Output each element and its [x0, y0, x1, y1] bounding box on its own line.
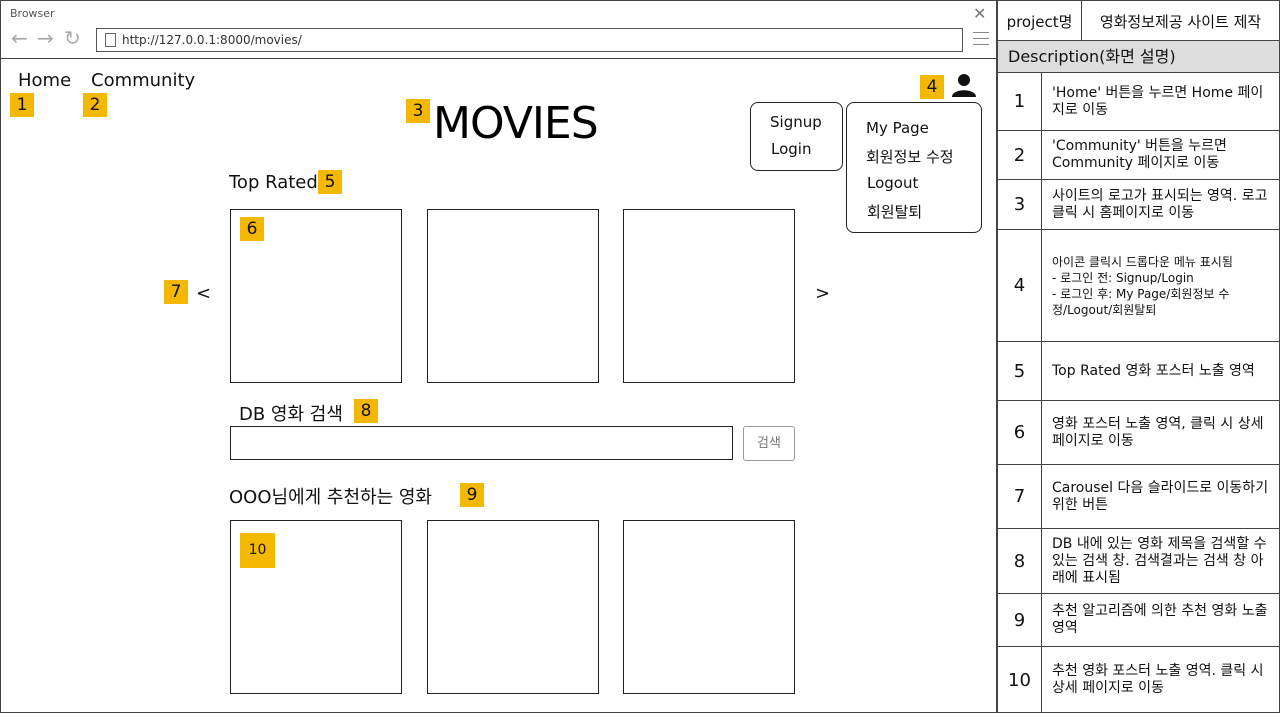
- project-header: project명 영화정보제공 사이트 제작: [998, 1, 1279, 41]
- top-rated-title: Top Rated: [229, 172, 318, 193]
- row-number: 4: [998, 230, 1042, 341]
- description-row: 1 'Home' 버튼을 누르면 Home 페이지로 이동: [998, 73, 1279, 131]
- arrow-right-icon[interactable]: →: [37, 28, 54, 48]
- row-description: 영화 포스터 노출 영역, 클릭 시 상세 페이지로 이동: [1052, 415, 1264, 449]
- row-description: Carousel 다음 슬라이드로 이동하기 위한 버튼: [1052, 479, 1269, 513]
- search-button[interactable]: 검색: [743, 426, 795, 461]
- hamburger-menu-icon[interactable]: [973, 32, 989, 50]
- close-icon[interactable]: ✕: [973, 4, 986, 23]
- annotation-tag-1: 1: [10, 93, 34, 117]
- description-row: 7 Carousel 다음 슬라이드로 이동하기 위한 버튼: [998, 465, 1279, 529]
- project-label: project명: [998, 1, 1082, 41]
- top-rated-poster[interactable]: [427, 209, 599, 383]
- signup-menu-item[interactable]: Signup: [770, 113, 822, 131]
- row-description: 사이트의 로고가 표시되는 영역. 로고 클릭 시 홈페이지로 이동: [1052, 187, 1268, 221]
- annotation-tag-3: 3: [406, 99, 430, 123]
- row-number: 6: [998, 401, 1042, 464]
- site-logo[interactable]: MOVIES: [433, 98, 599, 149]
- row-number: 2: [998, 131, 1042, 179]
- recommend-poster[interactable]: [623, 520, 795, 694]
- row-description: 추천 영화 포스터 노출 영역. 클릭 시 상세 페이지로 이동: [1052, 663, 1264, 696]
- address-url: http://127.0.0.1:8000/movies/: [122, 33, 302, 47]
- row-description: 'Home' 버튼을 누르면 Home 페이지로 이동: [1052, 84, 1264, 118]
- annotation-tag-5: 5: [318, 170, 342, 194]
- description-panel: project명 영화정보제공 사이트 제작 Description(화면 설명…: [997, 0, 1280, 713]
- page-icon: [105, 33, 116, 47]
- db-search-title: DB 영화 검색: [239, 404, 343, 425]
- recommend-poster[interactable]: [427, 520, 599, 694]
- description-row: 8 DB 내에 있는 영화 제목을 검색할 수 있는 검색 창. 검색결과는 검…: [998, 529, 1279, 594]
- logout-menu-item[interactable]: Logout: [867, 174, 918, 192]
- description-row: 9 추천 알고리즘에 의한 추천 영화 노출 영역: [998, 594, 1279, 647]
- browser-title: Browser: [10, 7, 55, 20]
- description-row: 6 영화 포스터 노출 영역, 클릭 시 상세 페이지로 이동: [998, 401, 1279, 465]
- row-description: 아이콘 클릭시 드롭다운 메뉴 표시됨 - 로그인 전: Signup/Logi…: [1052, 254, 1233, 317]
- row-description: 'Community' 버튼을 누르면 Community 페이지로 이동: [1052, 138, 1227, 171]
- top-rated-poster[interactable]: 6: [230, 209, 402, 383]
- annotation-tag-4: 4: [920, 75, 944, 99]
- row-description: Top Rated 영화 포스터 노출 영역: [1052, 362, 1255, 379]
- home-link[interactable]: Home: [18, 70, 71, 91]
- annotation-tag-9: 9: [460, 483, 484, 507]
- row-description: 추천 알고리즘에 의한 추천 영화 노출 영역: [1052, 603, 1268, 636]
- my-page-menu-item[interactable]: My Page: [866, 119, 929, 137]
- row-description: DB 내에 있는 영화 제목을 검색할 수 있는 검색 창. 검색결과는 검색 …: [1052, 535, 1267, 586]
- row-number: 5: [998, 342, 1042, 400]
- login-menu-item[interactable]: Login: [771, 140, 811, 158]
- annotation-tag-2: 2: [83, 93, 107, 117]
- toolbar-divider: [1, 58, 996, 59]
- carousel-next-button[interactable]: >: [815, 283, 830, 304]
- dropdown-logged-in: My Page 회원정보 수정 Logout 회원탈퇴: [846, 102, 982, 233]
- reload-icon[interactable]: ↻: [64, 28, 81, 48]
- address-bar[interactable]: http://127.0.0.1:8000/movies/: [96, 28, 963, 52]
- arrow-left-icon[interactable]: ←: [11, 28, 28, 48]
- edit-profile-menu-item[interactable]: 회원정보 수정: [866, 146, 954, 167]
- description-row: 2 'Community' 버튼을 누르면 Community 페이지로 이동: [998, 131, 1279, 180]
- annotation-tag-7: 7: [164, 280, 188, 304]
- description-row: 3 사이트의 로고가 표시되는 영역. 로고 클릭 시 홈페이지로 이동: [998, 180, 1279, 230]
- community-link[interactable]: Community: [91, 70, 195, 91]
- carousel-prev-button[interactable]: <: [196, 283, 211, 304]
- recommend-title: OOO님에게 추천하는 영화: [229, 487, 432, 508]
- row-number: 3: [998, 180, 1042, 229]
- dropdown-logged-out: Signup Login: [750, 102, 843, 171]
- description-header: Description(화면 설명): [998, 41, 1279, 73]
- search-input[interactable]: [230, 426, 733, 460]
- description-row: 10 추천 영화 포스터 노출 영역. 클릭 시 상세 페이지로 이동: [998, 647, 1279, 713]
- annotation-tag-10: 10: [240, 533, 275, 568]
- annotation-tag-6: 6: [240, 217, 264, 241]
- row-number: 10: [998, 647, 1042, 713]
- row-number: 7: [998, 465, 1042, 528]
- user-icon[interactable]: [952, 73, 976, 97]
- row-number: 9: [998, 594, 1042, 646]
- annotation-tag-8: 8: [354, 399, 378, 423]
- project-value: 영화정보제공 사이트 제작: [1099, 12, 1262, 31]
- row-number: 8: [998, 529, 1042, 593]
- row-number: 1: [998, 73, 1042, 130]
- description-row: 5 Top Rated 영화 포스터 노출 영역: [998, 342, 1279, 401]
- recommend-poster[interactable]: 10: [230, 520, 402, 694]
- top-rated-poster[interactable]: [623, 209, 795, 383]
- description-row: 4 아이콘 클릭시 드롭다운 메뉴 표시됨 - 로그인 전: Signup/Lo…: [998, 230, 1279, 342]
- withdraw-menu-item[interactable]: 회원탈퇴: [867, 201, 922, 222]
- browser-window: Browser ✕ ← → ↻ http://127.0.0.1:8000/mo…: [0, 0, 997, 713]
